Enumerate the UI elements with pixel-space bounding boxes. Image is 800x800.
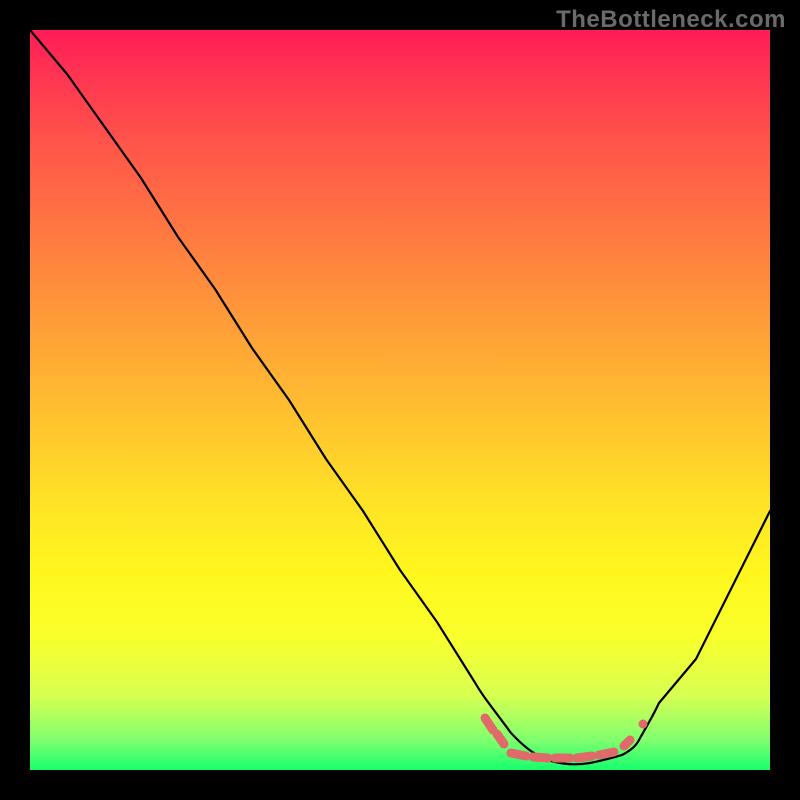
optimal-region-markers (485, 718, 648, 758)
flat-marker-dot (577, 756, 592, 758)
flat-marker-dot (485, 718, 493, 730)
flat-marker-dot (533, 757, 548, 758)
watermark-text: TheBottleneck.com (556, 6, 786, 34)
chart-frame: TheBottleneck.com (0, 0, 800, 800)
plot-area (30, 30, 770, 770)
flat-marker-dot (511, 753, 526, 756)
bottleneck-curve (30, 30, 770, 764)
flat-marker-dot (639, 720, 648, 729)
flat-marker-dot (599, 752, 614, 755)
chart-svg (30, 30, 770, 770)
flat-marker-dot (624, 740, 630, 746)
flat-marker-dot (497, 734, 504, 744)
